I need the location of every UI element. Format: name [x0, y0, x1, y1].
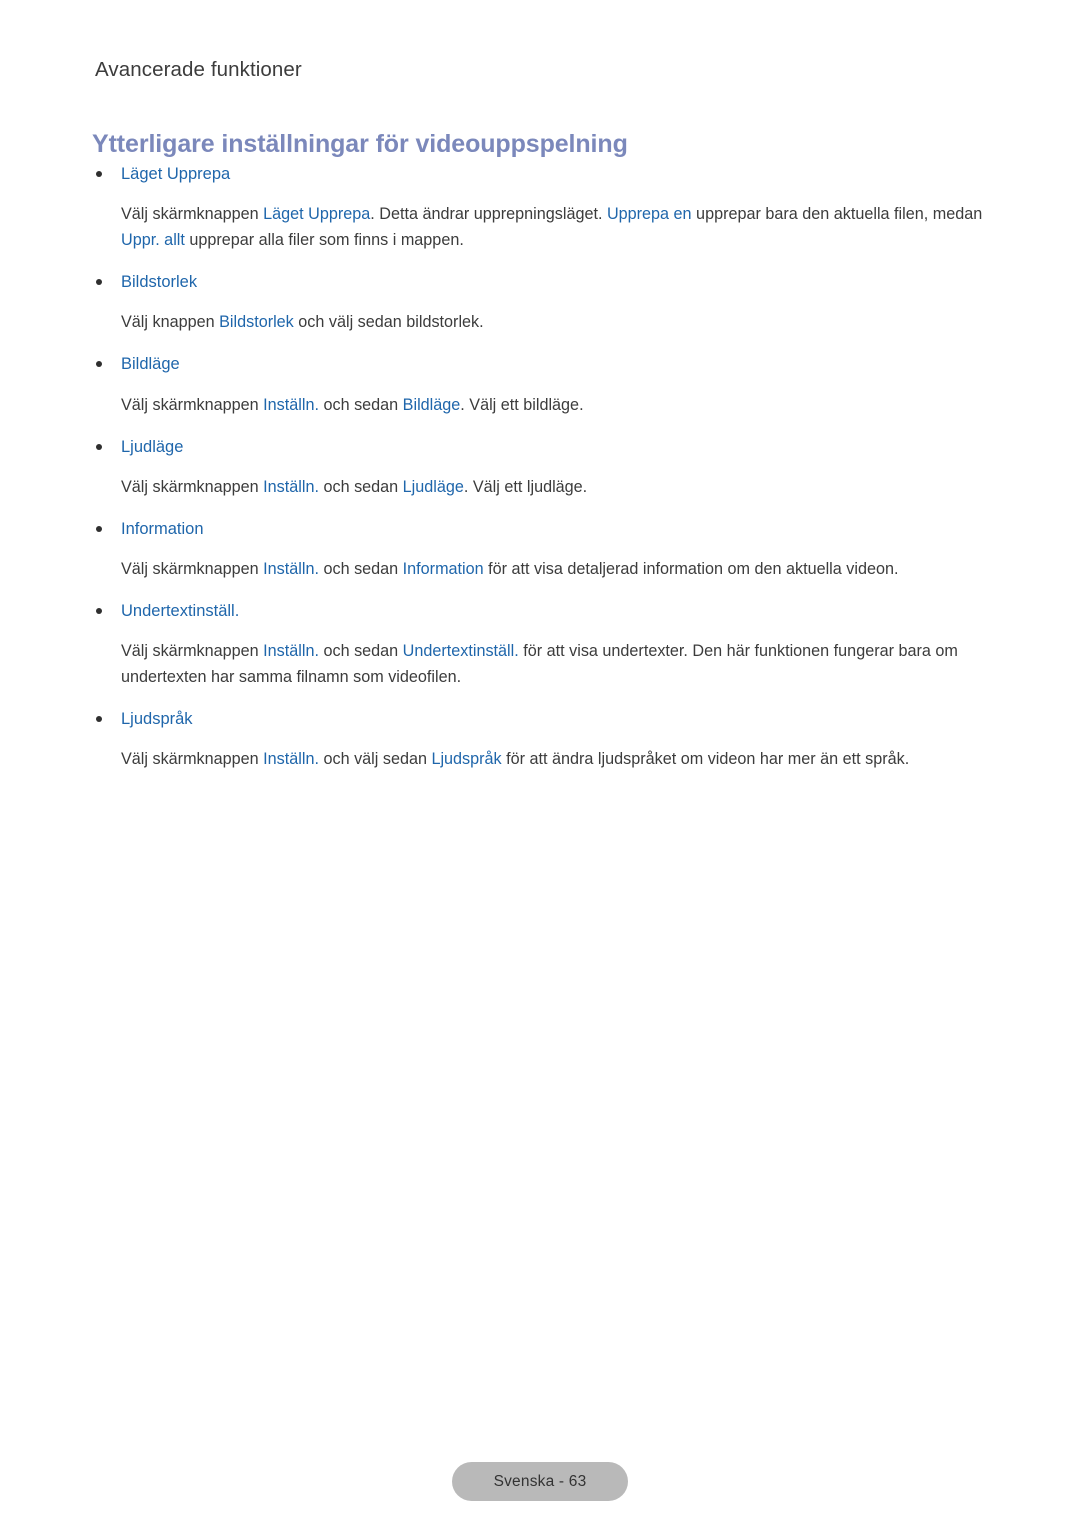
list-item-title-text: Undertextinställ.	[121, 601, 240, 620]
inline-text: upprepar alla filer som finns i mappen.	[184, 231, 464, 250]
list-item-title-text: Ljudläge	[121, 437, 184, 456]
page-number-label: Svenska - 63	[493, 1472, 587, 1490]
inline-text: och sedan	[318, 642, 403, 661]
inline-term: Bildstorlek	[219, 313, 294, 332]
inline-term: Upprepa en	[606, 205, 692, 224]
inline-term: Information	[402, 559, 484, 578]
inline-text: . Välj ett bildläge.	[460, 395, 584, 414]
inline-text: Välj skärmknappen	[121, 477, 264, 496]
page-title: Ytterligare inställningar för videouppsp…	[92, 129, 628, 158]
inline-text: Välj skärmknappen	[121, 642, 264, 661]
bullet-dot-icon	[96, 171, 102, 177]
inline-text: och sedan	[318, 559, 403, 578]
list-item-title-text: Läget Upprepa	[121, 165, 231, 183]
bullet-dot-icon	[96, 607, 102, 614]
list-item-title: Ljudspråk	[92, 708, 992, 730]
inline-text: Välj skärmknappen	[121, 750, 264, 769]
list-item-title: Ljudläge	[92, 436, 992, 458]
inline-text: . Välj ett ljudläge.	[463, 477, 588, 496]
list-item-description: Välj skärmknappen Inställn. och välj sed…	[92, 746, 992, 772]
inline-term: Undertextinställ.	[402, 642, 519, 661]
inline-term: Inställn.	[263, 477, 319, 496]
inline-text: för att ändra ljudspråket om videon har …	[501, 750, 910, 769]
inline-term: Ljudspråk	[431, 750, 502, 769]
bullet-list: Läget Upprepa Välj skärmknappen Läget Upp…	[92, 163, 992, 789]
bullet-dot-icon	[96, 279, 102, 286]
breadcrumb: Avancerade funktioner	[95, 58, 302, 81]
list-item-title-text: Bildläge	[121, 355, 180, 374]
list-item-title-text: Ljudspråk	[121, 710, 193, 729]
inline-text: och välj sedan	[318, 750, 432, 769]
inline-text: Välj skärmknappen	[121, 205, 264, 224]
inline-text: Välj skärmknappen	[121, 559, 264, 578]
inline-text: Välj skärmknappen	[121, 395, 264, 414]
bullet-dot-icon	[96, 716, 102, 723]
inline-text: och sedan	[318, 395, 403, 414]
inline-text: upprepar bara den aktuella filen, medan	[691, 205, 983, 224]
document-page: Avancerade funktioner Ytterligare instäl…	[0, 0, 1080, 1534]
inline-text: för att visa detaljerad information om d…	[483, 559, 899, 578]
inline-text: och sedan	[318, 477, 403, 496]
inline-term: Läget Upprepa	[263, 205, 371, 224]
list-item: Ljudläge Välj skärmknappen Inställn. och …	[92, 436, 992, 500]
inline-term: Bildläge	[402, 395, 461, 414]
list-item: Läget Upprepa Välj skärmknappen Läget Upp…	[92, 163, 992, 253]
inline-text: Välj knappen	[121, 313, 220, 332]
bullet-dot-icon	[96, 443, 102, 450]
list-item-title: Bildstorlek	[92, 271, 992, 293]
list-item-description: Välj skärmknappen Läget Upprepa. Detta ä…	[92, 201, 992, 253]
list-item-title: Läget Upprepa	[92, 163, 992, 185]
bullet-dot-icon	[96, 361, 102, 368]
inline-term: Inställn.	[263, 642, 319, 661]
list-item-description: Välj skärmknappen Inställn. och sedan Bi…	[92, 392, 992, 418]
list-item: Bildstorlek Välj knappen Bildstorlek och …	[92, 271, 992, 335]
list-item: Undertextinställ. Välj skärmknappen Instä…	[92, 600, 992, 690]
list-item-description: Välj skärmknappen Inställn. och sedan Un…	[92, 638, 992, 690]
list-item: Bildläge Välj skärmknappen Inställn. och …	[92, 353, 992, 417]
inline-text: och välj sedan bildstorlek.	[293, 313, 484, 332]
inline-term: Uppr. allt	[121, 231, 185, 250]
inline-term: Ljudläge	[402, 477, 464, 496]
inline-term: Inställn.	[263, 750, 319, 769]
list-item-title-text: Information	[121, 519, 204, 538]
inline-term: Inställn.	[263, 395, 319, 414]
bullet-dot-icon	[96, 525, 102, 532]
inline-term: Inställn.	[263, 559, 319, 578]
inline-text: . Detta ändrar upprepningsläget.	[370, 205, 607, 224]
list-item-description: Välj knappen Bildstorlek och välj sedan …	[92, 309, 992, 335]
list-item: Information Välj skärmknappen Inställn. o…	[92, 518, 992, 582]
list-item-description: Välj skärmknappen Inställn. och sedan In…	[92, 556, 992, 582]
list-item-title: Undertextinställ.	[92, 600, 992, 622]
list-item-title-text: Bildstorlek	[121, 273, 198, 292]
list-item-description: Välj skärmknappen Inställn. och sedan Lj…	[92, 474, 992, 500]
list-item-title: Bildläge	[92, 353, 992, 375]
list-item: Ljudspråk Välj skärmknappen Inställn. och…	[92, 708, 992, 772]
page-number-badge: Svenska - 63	[452, 1462, 628, 1501]
list-item-title: Information	[92, 518, 992, 540]
